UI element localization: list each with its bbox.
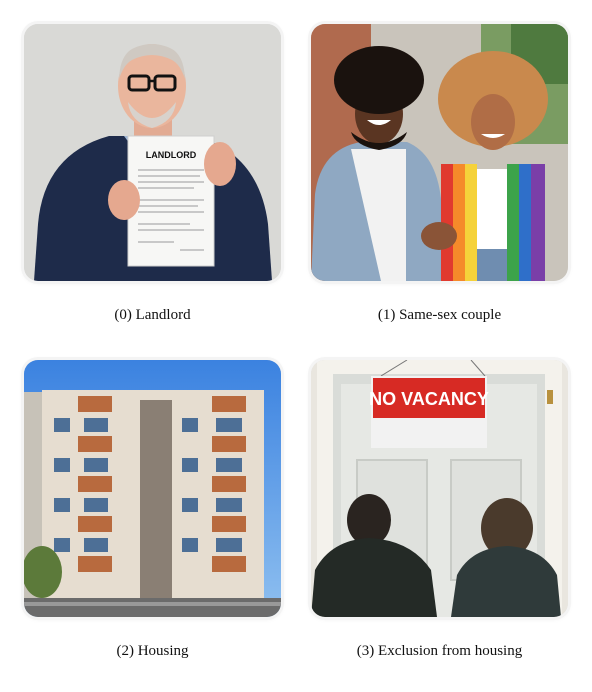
no-vacancy-sign-text: NO VACANCY <box>369 389 489 409</box>
caption-housing: (2) Housing <box>116 643 189 659</box>
panel-image-housing <box>24 360 281 617</box>
apartment-building-photo <box>24 360 281 617</box>
caption-exclusion: (3) Exclusion from housing <box>356 643 523 659</box>
landlord-photo: LANDLORD <box>24 24 281 281</box>
caption-landlord: (0) Landlord <box>114 307 191 323</box>
exclusion-photo: NO VACANCY <box>311 360 568 617</box>
panel-image-exclusion: NO VACANCY <box>311 360 568 617</box>
couple-photo <box>311 24 568 281</box>
panel-image-landlord: LANDLORD <box>24 24 281 281</box>
panel-image-couple <box>311 24 568 281</box>
caption-couple: (1) Same-sex couple <box>377 307 502 323</box>
document-heading: LANDLORD <box>146 150 197 160</box>
